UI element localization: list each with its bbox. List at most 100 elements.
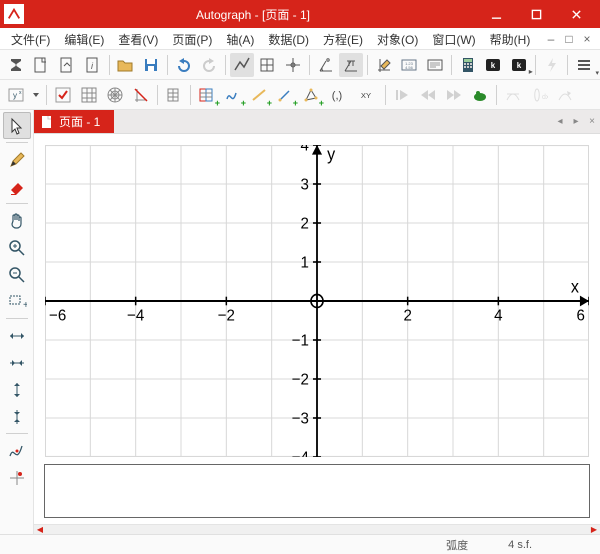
forward-icon[interactable] (442, 83, 466, 107)
check-icon[interactable] (51, 83, 75, 107)
menu-window[interactable]: 窗口(W) (425, 28, 482, 49)
mdi-restore-icon[interactable]: □ (560, 28, 578, 49)
radians-icon[interactable] (339, 53, 363, 77)
tab-next-icon[interactable]: ▸ (568, 110, 584, 133)
point-tool-icon[interactable] (3, 464, 31, 491)
add-shape-icon[interactable]: + (299, 83, 323, 107)
mdi-minimize-icon[interactable]: – (542, 28, 560, 49)
results-box[interactable] (44, 464, 590, 518)
scroll-left-icon[interactable]: ◀ (34, 525, 46, 534)
grid-icon[interactable] (77, 83, 101, 107)
view-menu-icon[interactable]: ▾ (572, 53, 596, 77)
title-bar: Autograph - [页面 - 1] (0, 0, 600, 28)
slow-mode-icon[interactable] (468, 83, 492, 107)
shrink-y-icon[interactable] (3, 403, 31, 430)
zoom-in-icon[interactable] (3, 234, 31, 261)
xy-data-icon[interactable]: + (195, 83, 219, 107)
scroll-right-icon[interactable]: ▶ (588, 525, 600, 534)
page-tab[interactable]: 页面 - 1 (34, 110, 114, 133)
center-origin-icon[interactable] (281, 53, 305, 77)
toolbar-secondary: yx + + + + + (,) XY dx (0, 80, 600, 110)
horizontal-scrollbar[interactable]: ◀ ▶ (34, 524, 600, 534)
svg-text:k: k (517, 61, 522, 70)
menu-data[interactable]: 数据(D) (261, 28, 316, 49)
degrees-icon[interactable] (314, 53, 338, 77)
menu-object[interactable]: 对象(O) (370, 28, 425, 49)
pencil-icon[interactable] (3, 146, 31, 173)
sigma-icon[interactable] (4, 53, 28, 77)
xy-mode-icon[interactable]: XY (351, 83, 381, 107)
tab-close-icon[interactable]: × (584, 110, 600, 133)
menu-edit[interactable]: 编辑(E) (57, 28, 111, 49)
svg-text:−3: −3 (292, 410, 309, 428)
svg-text:y: y (13, 91, 17, 100)
svg-text:−4: −4 (127, 307, 145, 325)
maximize-button[interactable] (516, 0, 556, 28)
menu-view[interactable]: 查看(V) (111, 28, 165, 49)
zoom-box-icon[interactable]: + (3, 288, 31, 315)
play-start-icon[interactable] (390, 83, 414, 107)
constants-icon[interactable]: k▸ (507, 53, 531, 77)
new-3d-page-icon[interactable] (55, 53, 79, 77)
stretch-x-icon[interactable] (3, 322, 31, 349)
default-scale-icon[interactable] (230, 53, 254, 77)
integral-icon[interactable]: dx (527, 83, 551, 107)
status-precision: 4 s.f. (488, 539, 552, 551)
menu-help[interactable]: 帮助(H) (483, 28, 538, 49)
zoom-out-icon[interactable] (3, 261, 31, 288)
svg-text:−6: −6 (49, 307, 66, 325)
svg-text:XY: XY (361, 90, 371, 99)
add-coordinate-icon[interactable]: (,) (325, 83, 349, 107)
eraser-icon[interactable] (3, 173, 31, 200)
svg-text:−2: −2 (292, 371, 309, 389)
svg-text:k: k (491, 61, 496, 70)
equation-dropdown-icon[interactable] (30, 83, 42, 107)
graph-canvas[interactable]: −6−4−2246−4−3−2−11234xy (44, 144, 590, 458)
rewind-icon[interactable] (416, 83, 440, 107)
svg-text:4: 4 (301, 145, 310, 155)
tangent-icon[interactable] (501, 83, 525, 107)
keyboard-icon[interactable]: k (482, 53, 506, 77)
add-equation-icon[interactable]: + (221, 83, 245, 107)
edit-axes-icon[interactable] (372, 53, 396, 77)
mdi-close-icon[interactable]: × (578, 28, 596, 49)
status-mode: 弧度 (426, 537, 488, 553)
menu-axes[interactable]: 轴(A) (219, 28, 261, 49)
svg-text:(,): (,) (332, 90, 342, 102)
y-equals-icon[interactable]: yx (4, 83, 28, 107)
svg-text:+: + (23, 300, 27, 311)
svg-text:−1: −1 (292, 332, 309, 350)
close-button[interactable] (556, 0, 596, 28)
add-vector-icon[interactable]: + (273, 83, 297, 107)
equal-aspect-icon[interactable] (256, 53, 280, 77)
calculator-icon[interactable] (456, 53, 480, 77)
stretch-y-icon[interactable] (3, 376, 31, 403)
text-box-icon[interactable] (423, 53, 447, 77)
pointer-icon[interactable] (3, 112, 31, 139)
menu-page[interactable]: 页面(P) (165, 28, 219, 49)
polar-grid-icon[interactable] (103, 83, 127, 107)
page-info-icon[interactable]: i (81, 53, 105, 77)
svg-text:y: y (327, 145, 336, 164)
svg-text:x: x (571, 277, 580, 297)
hand-icon[interactable] (3, 207, 31, 234)
no-grid-icon[interactable] (129, 83, 153, 107)
curve-tool-icon[interactable] (3, 437, 31, 464)
tab-prev-icon[interactable]: ◂ (552, 110, 568, 133)
undo-icon[interactable] (172, 53, 196, 77)
lightning-icon[interactable] (540, 53, 564, 77)
open-icon[interactable] (113, 53, 137, 77)
new-page-icon[interactable] (30, 53, 54, 77)
minimize-button[interactable] (476, 0, 516, 28)
shrink-x-icon[interactable] (3, 349, 31, 376)
svg-text:−4: −4 (292, 449, 310, 457)
save-icon[interactable] (139, 53, 163, 77)
menu-equation[interactable]: 方程(E) (316, 28, 370, 49)
menu-file[interactable]: 文件(F) (4, 28, 57, 49)
add-line-icon[interactable]: + (247, 83, 271, 107)
raw-data-icon[interactable] (162, 83, 186, 107)
redo-icon[interactable] (197, 53, 221, 77)
derivative-icon[interactable] (553, 83, 577, 107)
page-tab-label: 页面 - 1 (59, 113, 100, 130)
precision-icon[interactable]: 1.234.56 (398, 53, 422, 77)
